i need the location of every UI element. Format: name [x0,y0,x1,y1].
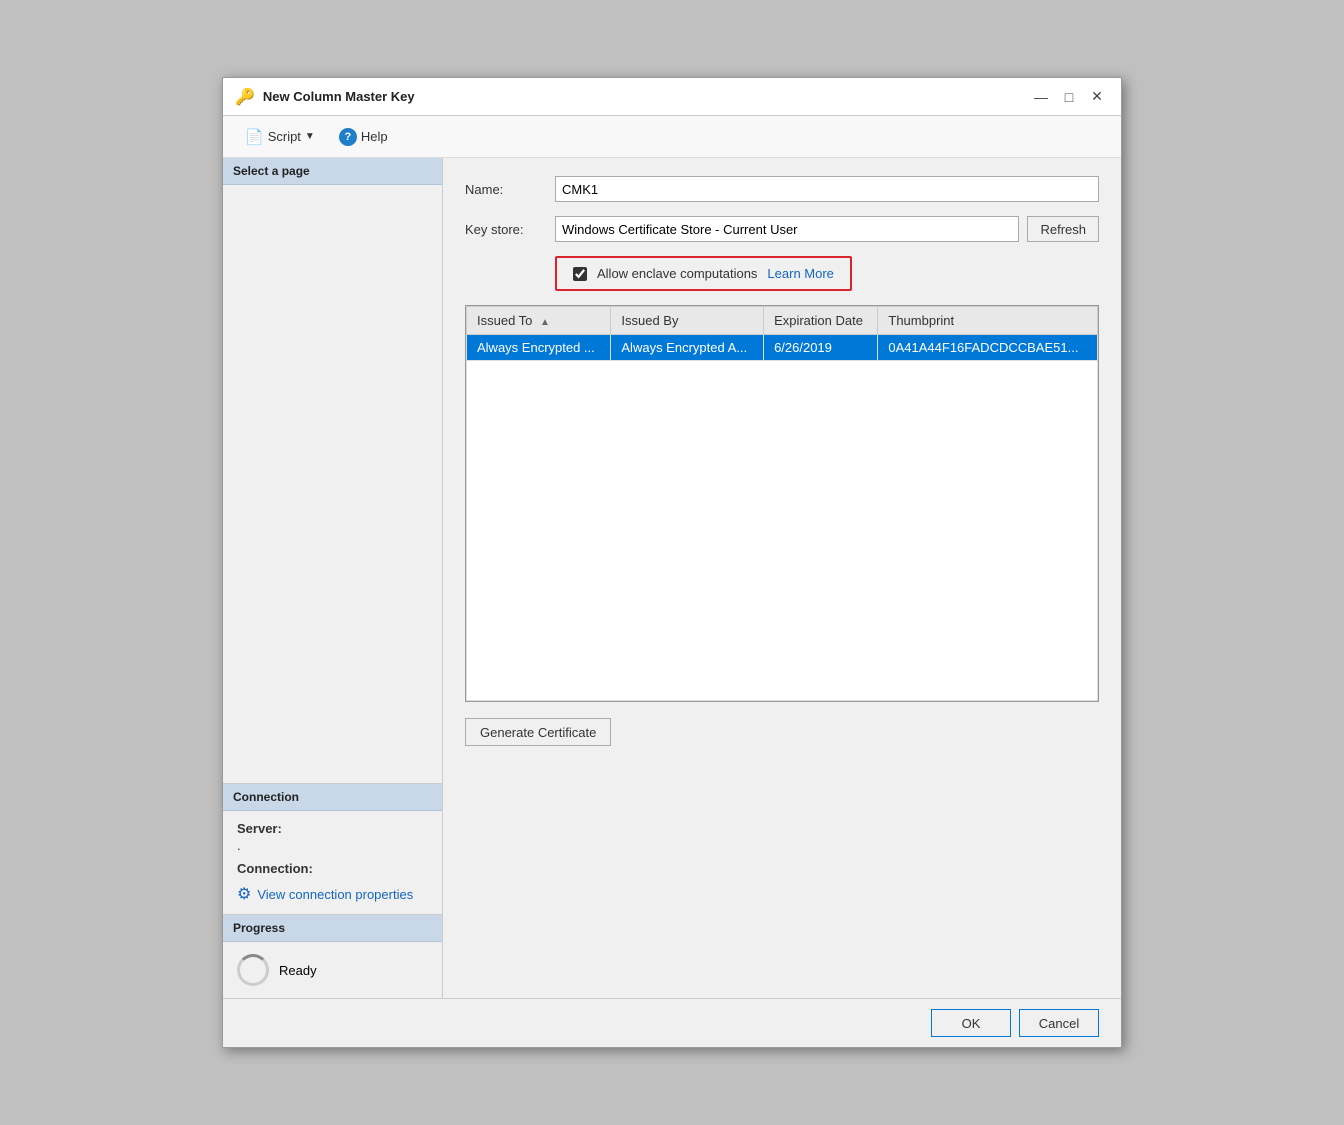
col-issued-to-label: Issued To [477,313,532,328]
body: Select a page Connection Server: . Conne… [223,158,1121,998]
help-icon: ? [339,128,357,146]
footer: OK Cancel [223,998,1121,1047]
script-dropdown-arrow: ▼ [305,131,315,142]
select-page-label: Select a page [233,164,310,178]
name-input[interactable] [555,176,1099,202]
title-controls: — □ ✕ [1029,87,1109,107]
title-bar: 🔑 New Column Master Key — □ ✕ [223,78,1121,116]
cert-table-header: Issued To ▲ Issued By Expiration Date Th… [467,307,1098,335]
progress-label: Progress [233,921,285,935]
cancel-button[interactable]: Cancel [1019,1009,1099,1037]
table-spacer [467,361,1098,701]
select-page-section: Select a page [223,158,442,185]
script-icon: 📄 [245,128,264,146]
script-button[interactable]: 📄 Script ▼ [239,125,321,149]
col-issued-to[interactable]: Issued To ▲ [467,307,611,335]
maximize-button[interactable]: □ [1057,87,1081,107]
cert-table-header-row: Issued To ▲ Issued By Expiration Date Th… [467,307,1098,335]
progress-content: Ready [223,942,442,998]
progress-section-label: Progress [223,915,442,942]
col-expiration-date[interactable]: Expiration Date [764,307,878,335]
help-label: Help [361,129,388,144]
keystore-select[interactable]: Windows Certificate Store - Current User… [555,216,1019,242]
enclave-checkbox[interactable] [573,267,587,281]
col-issued-by-label: Issued By [621,313,678,328]
connection-icon: ⚙ [237,884,251,904]
sidebar-content [223,185,442,783]
col-thumbprint-label: Thumbprint [888,313,954,328]
col-exp-date-label: Expiration Date [774,313,863,328]
title-bar-left: 🔑 New Column Master Key [235,87,415,107]
keystore-label: Key store: [465,222,555,237]
cell-thumbprint: 0A41A44F16FADCDCCBAE51... [878,335,1098,361]
enclave-box: Allow enclave computations Learn More [555,256,852,291]
cell-exp-date: 6/26/2019 [764,335,878,361]
main-content: Name: Key store: Windows Certificate Sto… [443,158,1121,998]
name-label: Name: [465,182,555,197]
server-value: . [237,838,428,853]
ready-label: Ready [279,963,317,978]
view-properties-link[interactable]: ⚙ View connection properties [237,884,428,904]
col-thumbprint[interactable]: Thumbprint [878,307,1098,335]
connection-section-label: Connection [223,784,442,811]
connection-label: Connection [233,790,299,804]
cert-table-wrap: Issued To ▲ Issued By Expiration Date Th… [465,305,1099,702]
progress-section: Progress Ready [223,914,442,998]
help-button[interactable]: ? Help [333,125,394,149]
toolbar: 📄 Script ▼ ? Help [223,116,1121,158]
table-spacer-cell [467,361,1098,701]
window-icon: 🔑 [235,87,255,107]
progress-spinner [237,954,269,986]
keystore-select-wrap: Windows Certificate Store - Current User… [555,216,1099,242]
view-properties-label: View connection properties [257,887,413,902]
ok-button[interactable]: OK [931,1009,1011,1037]
col-issued-by[interactable]: Issued By [611,307,764,335]
generate-certificate-button[interactable]: Generate Certificate [465,718,611,746]
sidebar: Select a page Connection Server: . Conne… [223,158,443,998]
close-button[interactable]: ✕ [1085,87,1109,107]
enclave-label: Allow enclave computations [597,266,757,281]
minimize-button[interactable]: — [1029,87,1053,107]
script-label: Script [268,129,301,144]
table-row[interactable]: Always Encrypted ... Always Encrypted A.… [467,335,1098,361]
cert-table-body: Always Encrypted ... Always Encrypted A.… [467,335,1098,701]
connection-label2: Connection: [237,861,428,876]
connection-details: Server: . Connection: ⚙ View connection … [223,811,442,914]
window-title: New Column Master Key [263,89,415,104]
sort-arrow-issued-to: ▲ [540,317,550,328]
keystore-row: Key store: Windows Certificate Store - C… [465,216,1099,242]
main-window: 🔑 New Column Master Key — □ ✕ 📄 Script ▼… [222,77,1122,1048]
learn-more-link[interactable]: Learn More [767,266,833,281]
connection-section: Connection Server: . Connection: ⚙ View … [223,783,442,914]
server-label: Server: [237,821,428,836]
refresh-button[interactable]: Refresh [1027,216,1099,242]
cell-issued-by: Always Encrypted A... [611,335,764,361]
cell-issued-to: Always Encrypted ... [467,335,611,361]
cert-table: Issued To ▲ Issued By Expiration Date Th… [466,306,1098,701]
name-row: Name: [465,176,1099,202]
